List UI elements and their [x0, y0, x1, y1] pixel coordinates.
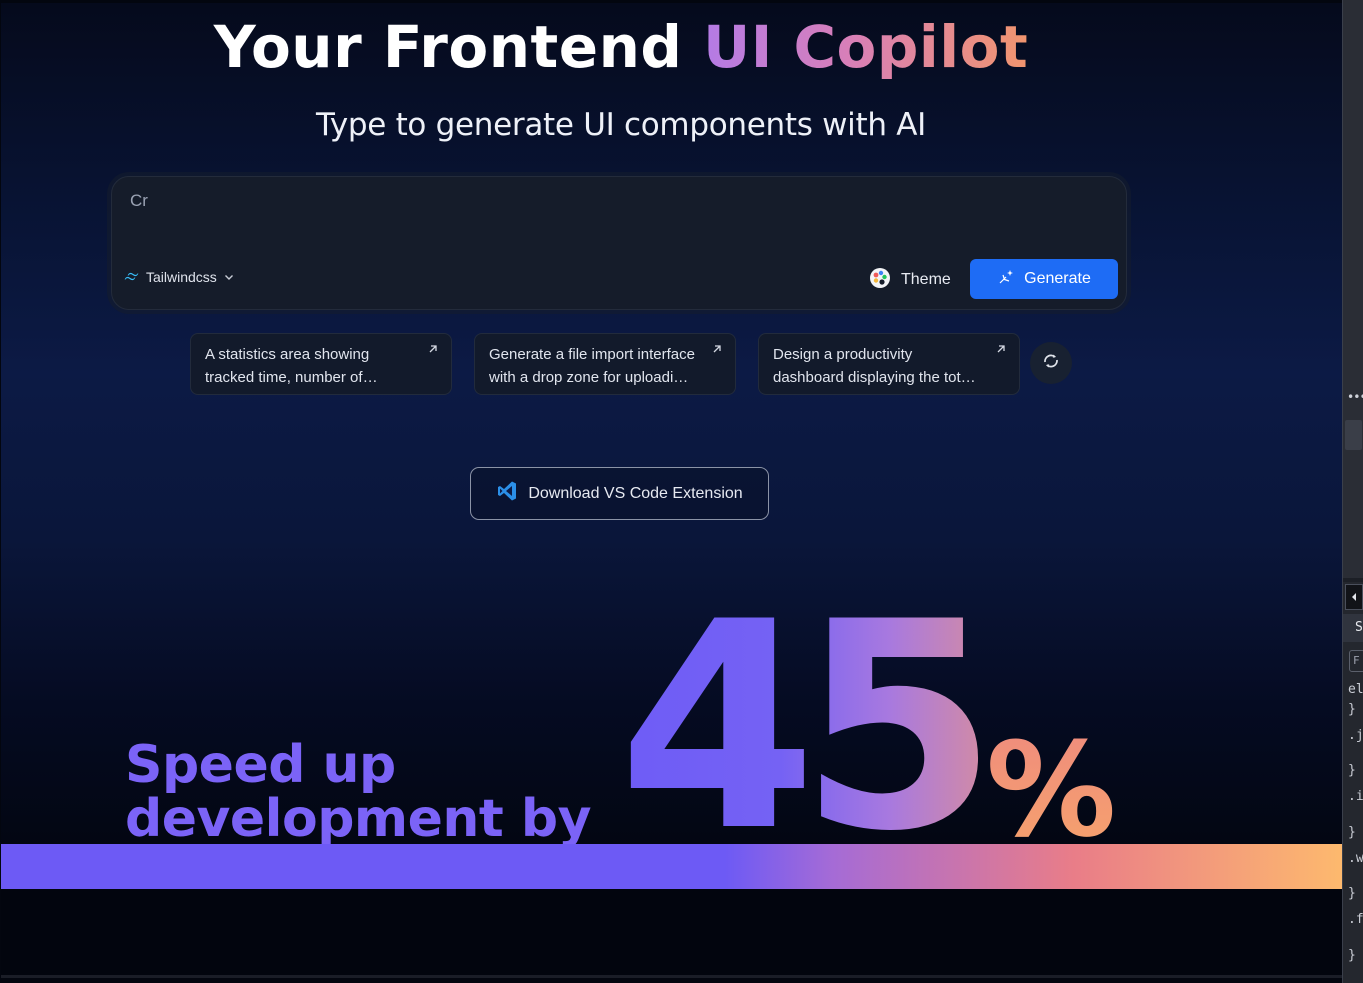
devtools-styles-tab[interactable]: S: [1343, 614, 1363, 642]
title-highlight: UI Copilot: [703, 13, 1029, 81]
suggestion-card-2[interactable]: Generate a file import interface with a …: [474, 333, 736, 395]
speed-progress-fill: [1, 844, 1342, 889]
refresh-suggestions-button[interactable]: [1030, 342, 1072, 384]
devtools-code-line: .f: [1348, 912, 1363, 927]
promo-line-1: Speed up: [125, 735, 396, 795]
landing-page: Your Frontend UI Copilot Type to generat…: [1, 3, 1342, 978]
devtools-code-line: }: [1348, 825, 1356, 840]
sparkle-icon: [997, 268, 1015, 291]
suggestion-text: Design a productivity dashboard displayi…: [773, 346, 973, 386]
refresh-icon: [1040, 350, 1062, 377]
page-title: Your Frontend UI Copilot: [1, 13, 1241, 81]
theme-label: Theme: [901, 271, 951, 288]
vscode-label: Download VS Code Extension: [528, 484, 743, 502]
title-plain: Your Frontend: [213, 13, 704, 81]
generate-label: Generate: [1024, 270, 1091, 287]
promo-number: 45: [618, 562, 998, 894]
suggestion-card-1[interactable]: A statistics area showing tracked time, …: [190, 333, 452, 395]
palette-icon: [869, 267, 891, 294]
devtools-code-line: }: [1348, 702, 1356, 717]
arrow-up-right-icon: [427, 342, 439, 360]
chevron-down-icon: [223, 271, 235, 283]
devtools-code-line: }: [1348, 886, 1356, 901]
arrow-up-right-icon: [995, 342, 1007, 360]
promo-percent-sign: %: [986, 714, 1117, 866]
theme-button[interactable]: Theme: [869, 265, 951, 295]
devtools-code-line: el: [1348, 682, 1363, 697]
page-subtitle: Type to generate UI components with AI: [316, 107, 926, 143]
suggestion-text: Generate a file import interface with a …: [489, 346, 695, 386]
devtools-code-line: .w: [1348, 851, 1363, 866]
devtools-code-line: .i: [1348, 789, 1363, 804]
devtools-code-line: .j: [1348, 728, 1363, 743]
prompt-input[interactable]: [130, 191, 1100, 231]
more-options-icon[interactable]: •••: [1347, 390, 1363, 404]
suggestion-text: A statistics area showing tracked time, …: [205, 346, 370, 386]
devtools-upper-pane: [1343, 0, 1363, 578]
tailwind-icon: [124, 272, 140, 283]
framework-select[interactable]: Tailwindcss: [124, 269, 235, 285]
devtools-code-line: }: [1348, 948, 1356, 963]
collapse-arrow-icon[interactable]: [1345, 584, 1363, 610]
devtools-code-line: }: [1348, 763, 1356, 778]
promo-heading: Speed up development by: [125, 738, 645, 846]
generate-button[interactable]: Generate: [970, 259, 1118, 299]
download-vscode-extension-button[interactable]: Download VS Code Extension: [470, 467, 769, 520]
promo-line-2: development by: [125, 789, 591, 849]
devtools-resize-handle[interactable]: [1345, 420, 1362, 450]
framework-label: Tailwindcss: [146, 269, 217, 285]
suggestion-card-3[interactable]: Design a productivity dashboard displayi…: [758, 333, 1020, 395]
speed-progress-bar: [1, 844, 1342, 889]
devtools-panel: ••• S F el } .j } .i } .w } .f }: [1342, 0, 1363, 983]
prompt-box: Tailwindcss Theme: [111, 176, 1127, 310]
devtools-filter-input[interactable]: F: [1349, 650, 1363, 672]
vscode-icon: [496, 480, 518, 507]
arrow-up-right-icon: [711, 342, 723, 360]
